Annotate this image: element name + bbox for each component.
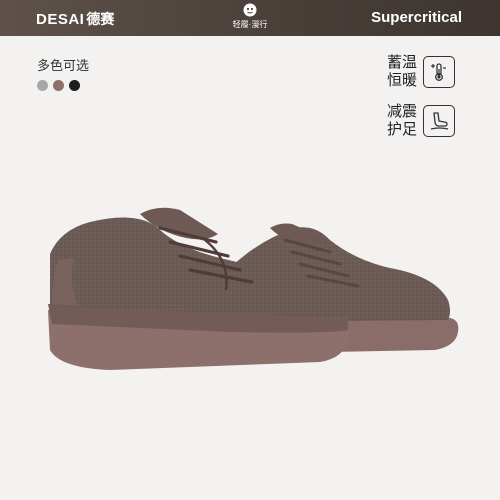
feature-warmth-text: 蓄温 恒暖 xyxy=(387,54,417,90)
feature-warmth-line2: 恒暖 xyxy=(387,72,418,89)
brand-logo-cjk: 德赛 xyxy=(86,11,115,27)
sneaker-pair-image xyxy=(48,207,459,370)
color-swatch-black xyxy=(69,80,80,91)
thermometer-icon xyxy=(423,56,456,88)
slogan-badge: 轻履·漫行 xyxy=(228,3,272,33)
feature-cushioning-line1: 减震 xyxy=(387,103,418,120)
feature-warmth: 蓄温 恒暖 xyxy=(387,54,456,90)
foot-cushion-icon xyxy=(423,105,456,137)
mascot-icon xyxy=(243,3,257,17)
color-swatch-mauve xyxy=(53,80,64,91)
product-banner: DESAI 德赛 轻履·漫行 Supercritical 多色可选 蓄温 恒暖 xyxy=(0,0,500,500)
feature-warmth-line1: 蓄温 xyxy=(387,54,418,71)
slogan-text: 轻履·漫行 xyxy=(232,20,268,29)
color-swatch-grey xyxy=(37,80,48,91)
brand-header-bar: DESAI 德赛 轻履·漫行 Supercritical xyxy=(0,0,500,36)
brand-logo-latin: DESAI xyxy=(36,11,85,28)
feature-cushioning: 减震 护足 xyxy=(387,103,456,139)
color-swatches xyxy=(37,80,80,91)
brand-logo: DESAI 德赛 xyxy=(36,9,114,29)
technology-name: Supercritical xyxy=(371,9,462,26)
feature-cushioning-line2: 护足 xyxy=(387,121,418,138)
color-options-label: 多色可选 xyxy=(37,58,90,73)
feature-cushioning-text: 减震 护足 xyxy=(387,103,417,139)
